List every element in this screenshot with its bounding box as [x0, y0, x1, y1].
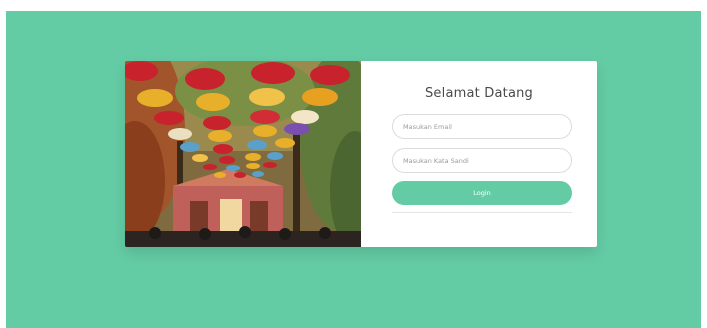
- umbrella-street-photo: [125, 61, 361, 247]
- password-input[interactable]: [392, 148, 572, 173]
- login-button[interactable]: Login: [392, 181, 572, 205]
- login-form-panel: Selamat Datang Login: [361, 61, 597, 247]
- welcome-title: Selamat Datang: [424, 86, 534, 101]
- login-card: Selamat Datang Login: [125, 61, 597, 247]
- form-divider: [392, 212, 572, 213]
- page-background: Selamat Datang Login: [6, 11, 701, 328]
- umbrella-photo-illustration: [125, 61, 361, 247]
- email-input[interactable]: [392, 114, 572, 139]
